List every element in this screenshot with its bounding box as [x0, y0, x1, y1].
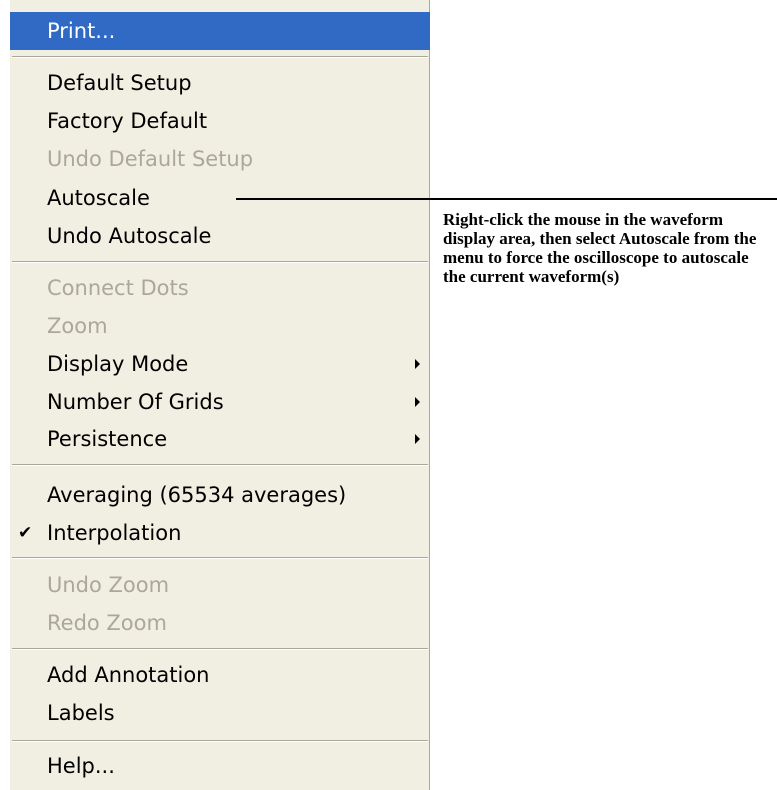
menu-item-labels[interactable]: Labels — [10, 694, 430, 732]
menu-item-interpolation[interactable]: ✔ Interpolation — [10, 514, 430, 552]
menu-item-label: Print... — [47, 19, 116, 43]
menu-item-label: Display Mode — [47, 352, 189, 376]
menu-item-label: Undo Zoom — [47, 573, 170, 597]
menu-item-label: Autoscale — [47, 186, 150, 210]
menu-item-print[interactable]: Print... — [10, 12, 430, 50]
menu-item-label: Averaging (65534 averages) — [47, 483, 347, 507]
menu-item-zoom: Zoom — [10, 307, 430, 345]
menu-item-label: Factory Default — [47, 109, 208, 133]
menu-separator — [12, 740, 428, 742]
menu-item-number-of-grids[interactable]: Number Of Grids — [10, 383, 430, 421]
submenu-arrow-icon — [415, 434, 420, 444]
menu-item-label: Zoom — [47, 314, 108, 338]
menu-item-label: Default Setup — [47, 71, 192, 95]
menu-item-label: Add Annotation — [47, 663, 210, 687]
callout-text: Right-click the mouse in the waveform di… — [443, 210, 757, 286]
menu-item-connect-dots: Connect Dots — [10, 269, 430, 307]
menu-item-label: Redo Zoom — [47, 611, 167, 635]
menu-item-help[interactable]: Help... — [10, 747, 430, 785]
menu-item-redo-zoom: Redo Zoom — [10, 604, 430, 642]
menu-item-undo-autoscale[interactable]: Undo Autoscale — [10, 217, 430, 255]
menu-item-label: Persistence — [47, 427, 168, 451]
callout-line — [236, 198, 777, 200]
menu-item-label: Number Of Grids — [47, 390, 224, 414]
menu-item-label: Interpolation — [47, 521, 182, 545]
menu-item-display-mode[interactable]: Display Mode — [10, 345, 430, 383]
menu-item-default-setup[interactable]: Default Setup — [10, 64, 430, 102]
menu-item-label: Undo Default Setup — [47, 147, 254, 171]
menu-item-label: Help... — [47, 754, 115, 778]
menu-item-undo-default-setup: Undo Default Setup — [10, 140, 430, 178]
menu-separator — [12, 648, 428, 650]
menu-item-label: Undo Autoscale — [47, 224, 212, 248]
menu-separator — [12, 56, 428, 58]
menu-item-persistence[interactable]: Persistence — [10, 420, 430, 458]
menu-item-label: Connect Dots — [47, 276, 189, 300]
menu-item-undo-zoom: Undo Zoom — [10, 566, 430, 604]
menu-item-factory-default[interactable]: Factory Default — [10, 102, 430, 140]
context-menu: Print... Default Setup Factory Default U… — [10, 0, 430, 790]
submenu-arrow-icon — [415, 397, 420, 407]
menu-item-label: Labels — [47, 701, 115, 725]
menu-separator — [12, 464, 428, 466]
menu-separator — [12, 557, 428, 559]
submenu-arrow-icon — [415, 359, 420, 369]
checkmark-icon: ✔ — [18, 523, 33, 543]
menu-item-averaging[interactable]: Averaging (65534 averages) — [10, 476, 430, 514]
menu-item-add-annotation[interactable]: Add Annotation — [10, 656, 430, 694]
menu-separator — [12, 261, 428, 263]
